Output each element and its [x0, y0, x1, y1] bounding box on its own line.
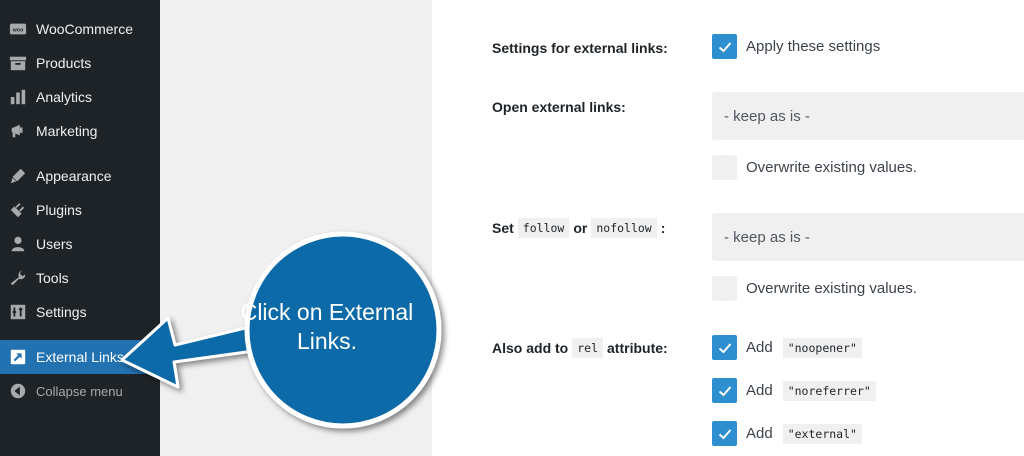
sidebar-item-label: Plugins [36, 202, 82, 218]
external-checkbox[interactable] [712, 421, 737, 446]
noreferrer-code: "noreferrer" [782, 380, 876, 401]
collapse-menu-button[interactable]: Collapse menu [0, 374, 160, 408]
noopener-label: Add "noopener" [746, 335, 866, 360]
sidebar-item-analytics[interactable]: Analytics [0, 80, 160, 114]
open-external-overwrite-label: Overwrite existing values. [746, 159, 917, 176]
check-icon [718, 342, 731, 353]
apply-settings-label: Apply these settings [746, 38, 881, 55]
noopener-code: "noopener" [782, 337, 862, 358]
follow-code: follow [517, 218, 570, 238]
settings-icon [8, 302, 28, 322]
external-label: Add "external" [746, 421, 866, 446]
add-prefix: Add [746, 425, 773, 442]
sidebar-item-label: Settings [36, 304, 87, 320]
open-external-links-select[interactable]: - keep as is - [712, 92, 1024, 140]
sidebar-item-plugins[interactable]: Plugins [0, 193, 160, 227]
rel-label-suffix: attribute: [607, 340, 668, 356]
sidebar-item-label: External Links [36, 349, 124, 365]
sidebar-item-label: Products [36, 55, 92, 71]
plugins-icon [8, 200, 28, 220]
appearance-icon [8, 166, 28, 186]
open-external-links-label: Open external links: [492, 99, 626, 115]
add-prefix: Add [746, 339, 773, 356]
page-background [160, 0, 432, 456]
woocommerce-icon: woo [8, 19, 28, 39]
sidebar-item-settings[interactable]: Settings [0, 295, 160, 329]
marketing-icon [8, 121, 28, 141]
products-icon [8, 53, 28, 73]
sidebar-item-label: Appearance [36, 168, 112, 184]
collapse-icon [8, 381, 28, 401]
sidebar-item-woocommerce[interactable]: woo WooCommerce [0, 12, 160, 46]
users-icon [8, 234, 28, 254]
callout-text: Click on External Links. [240, 299, 414, 354]
sidebar-item-products[interactable]: Products [0, 46, 160, 80]
tools-icon [8, 268, 28, 288]
rel-attribute-label: Also add to rel attribute: [492, 337, 668, 359]
follow-overwrite-label: Overwrite existing values. [746, 280, 917, 297]
apply-settings-checkbox[interactable] [712, 34, 737, 59]
sidebar-item-users[interactable]: Users [0, 227, 160, 261]
sidebar-item-label: Users [36, 236, 73, 252]
follow-nofollow-select[interactable]: - keep as is - [712, 213, 1024, 261]
open-external-overwrite-checkbox[interactable] [712, 155, 737, 180]
svg-text:woo: woo [12, 27, 24, 33]
sidebar-item-appearance[interactable]: Appearance [0, 159, 160, 193]
sidebar-item-label: Marketing [36, 123, 98, 139]
follow-nofollow-label: Set follow or nofollow : [492, 217, 665, 239]
active-indicator [152, 349, 160, 365]
noopener-checkbox[interactable] [712, 335, 737, 360]
follow-label-mid: or [573, 220, 588, 236]
sidebar-item-marketing[interactable]: Marketing [0, 114, 160, 148]
follow-label-prefix: Set [492, 220, 514, 236]
sidebar-item-label: Analytics [36, 89, 93, 105]
check-icon [718, 385, 731, 396]
settings-panel: Settings for external links: Apply these… [432, 0, 1024, 456]
sidebar-item-label: Tools [36, 270, 69, 286]
sidebar-item-external-links[interactable]: External Links [0, 340, 160, 374]
noreferrer-label: Add "noreferrer" [746, 378, 880, 403]
follow-overwrite-checkbox[interactable] [712, 276, 737, 301]
external-code: "external" [782, 423, 862, 444]
select-value: - keep as is - [724, 107, 810, 125]
check-icon [718, 41, 731, 52]
external-links-settings-label: Settings for external links: [492, 40, 668, 56]
sidebar-item-tools[interactable]: Tools [0, 261, 160, 295]
add-prefix: Add [746, 382, 773, 399]
check-icon [718, 428, 731, 439]
sidebar-item-label: WooCommerce [36, 21, 133, 37]
analytics-icon [8, 87, 28, 107]
nofollow-code: nofollow [591, 218, 657, 238]
follow-label-suffix: : [660, 220, 666, 236]
external-links-icon [8, 347, 28, 367]
rel-code: rel [572, 338, 604, 358]
noreferrer-checkbox[interactable] [712, 378, 737, 403]
rel-label-prefix: Also add to [492, 340, 569, 356]
sidebar-item-label: Collapse menu [36, 383, 123, 399]
admin-sidebar: woo WooCommerce Products Analytics Marke… [0, 0, 160, 456]
select-value: - keep as is - [724, 228, 810, 246]
